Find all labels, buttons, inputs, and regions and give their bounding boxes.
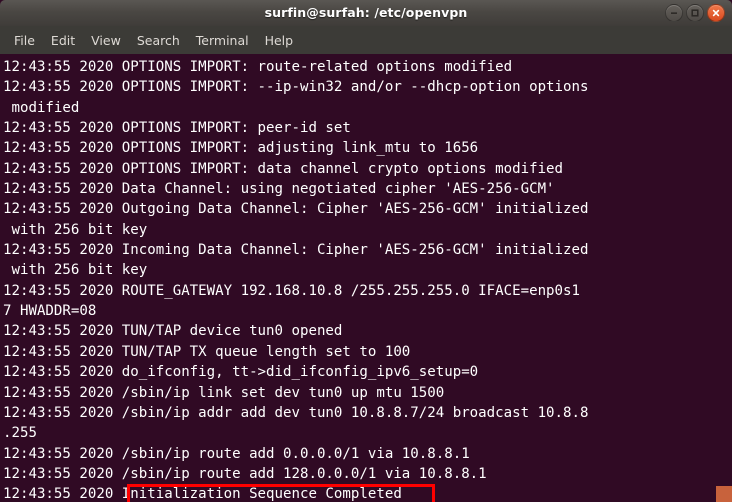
window-title: surfin@surfah: /etc/openvpn (0, 0, 732, 26)
terminal-line: 12:43:55 2020 OPTIONS IMPORT: adjusting … (3, 138, 732, 158)
resize-grip[interactable] (716, 486, 732, 502)
terminal-output-area[interactable]: 12:43:55 2020 OPTIONS IMPORT: route-rela… (0, 54, 732, 502)
square-icon (690, 8, 700, 18)
terminal-line: 12:43:55 2020 OPTIONS IMPORT: route-rela… (3, 57, 732, 77)
terminal-line: 12:43:55 2020 Incoming Data Channel: Cip… (3, 240, 732, 260)
close-button[interactable] (707, 4, 725, 22)
window-controls (665, 4, 725, 22)
terminal-line: 12:43:55 2020 do_ifconfig, tt->did_ifcon… (3, 362, 732, 382)
terminal-line: 12:43:55 2020 /sbin/ip link set dev tun0… (3, 383, 732, 403)
terminal-line: 12:43:55 2020 /sbin/ip addr add dev tun0… (3, 403, 732, 423)
terminal-line: with 256 bit key (3, 260, 732, 280)
close-icon (711, 8, 721, 18)
terminal-window: surfin@surfah: /etc/openvpn File Edit Vi… (0, 0, 732, 502)
terminal-line: 12:43:55 2020 TUN/TAP TX queue length se… (3, 342, 732, 362)
terminal-line: 12:43:55 2020 OPTIONS IMPORT: peer-id se… (3, 118, 732, 138)
menu-item-help[interactable]: Help (257, 30, 302, 51)
terminal-line: 7 HWADDR=08 (3, 301, 732, 321)
menu-item-search[interactable]: Search (129, 30, 188, 51)
menu-item-file[interactable]: File (6, 30, 43, 51)
terminal-line: 12:43:55 2020 OPTIONS IMPORT: --ip-win32… (3, 77, 732, 97)
terminal-line: 12:43:55 2020 Outgoing Data Channel: Cip… (3, 199, 732, 219)
terminal-line: 12:43:55 2020 Data Channel: using negoti… (3, 179, 732, 199)
minus-icon (669, 8, 679, 18)
terminal-line: 12:43:55 2020 /sbin/ip route add 0.0.0.0… (3, 444, 732, 464)
terminal-line: .255 (3, 423, 732, 443)
terminal-line: 12:43:55 2020 /sbin/ip route add 128.0.0… (3, 464, 732, 484)
terminal-line: 12:43:55 2020 OPTIONS IMPORT: data chann… (3, 159, 732, 179)
terminal-log-lines: 12:43:55 2020 OPTIONS IMPORT: route-rela… (3, 57, 732, 502)
menu-bar: File Edit View Search Terminal Help (0, 26, 732, 54)
minimize-button[interactable] (665, 4, 683, 22)
menu-item-view[interactable]: View (83, 30, 129, 51)
terminal-line: 12:43:55 2020 Initialization Sequence Co… (3, 484, 732, 502)
maximize-button[interactable] (686, 4, 704, 22)
terminal-line: with 256 bit key (3, 220, 732, 240)
menu-item-terminal[interactable]: Terminal (188, 30, 257, 51)
terminal-line: 12:43:55 2020 ROUTE_GATEWAY 192.168.10.8… (3, 281, 732, 301)
window-titlebar[interactable]: surfin@surfah: /etc/openvpn (0, 0, 732, 26)
terminal-line: modified (3, 98, 732, 118)
menu-item-edit[interactable]: Edit (43, 30, 83, 51)
terminal-line: 12:43:55 2020 TUN/TAP device tun0 opened (3, 321, 732, 341)
